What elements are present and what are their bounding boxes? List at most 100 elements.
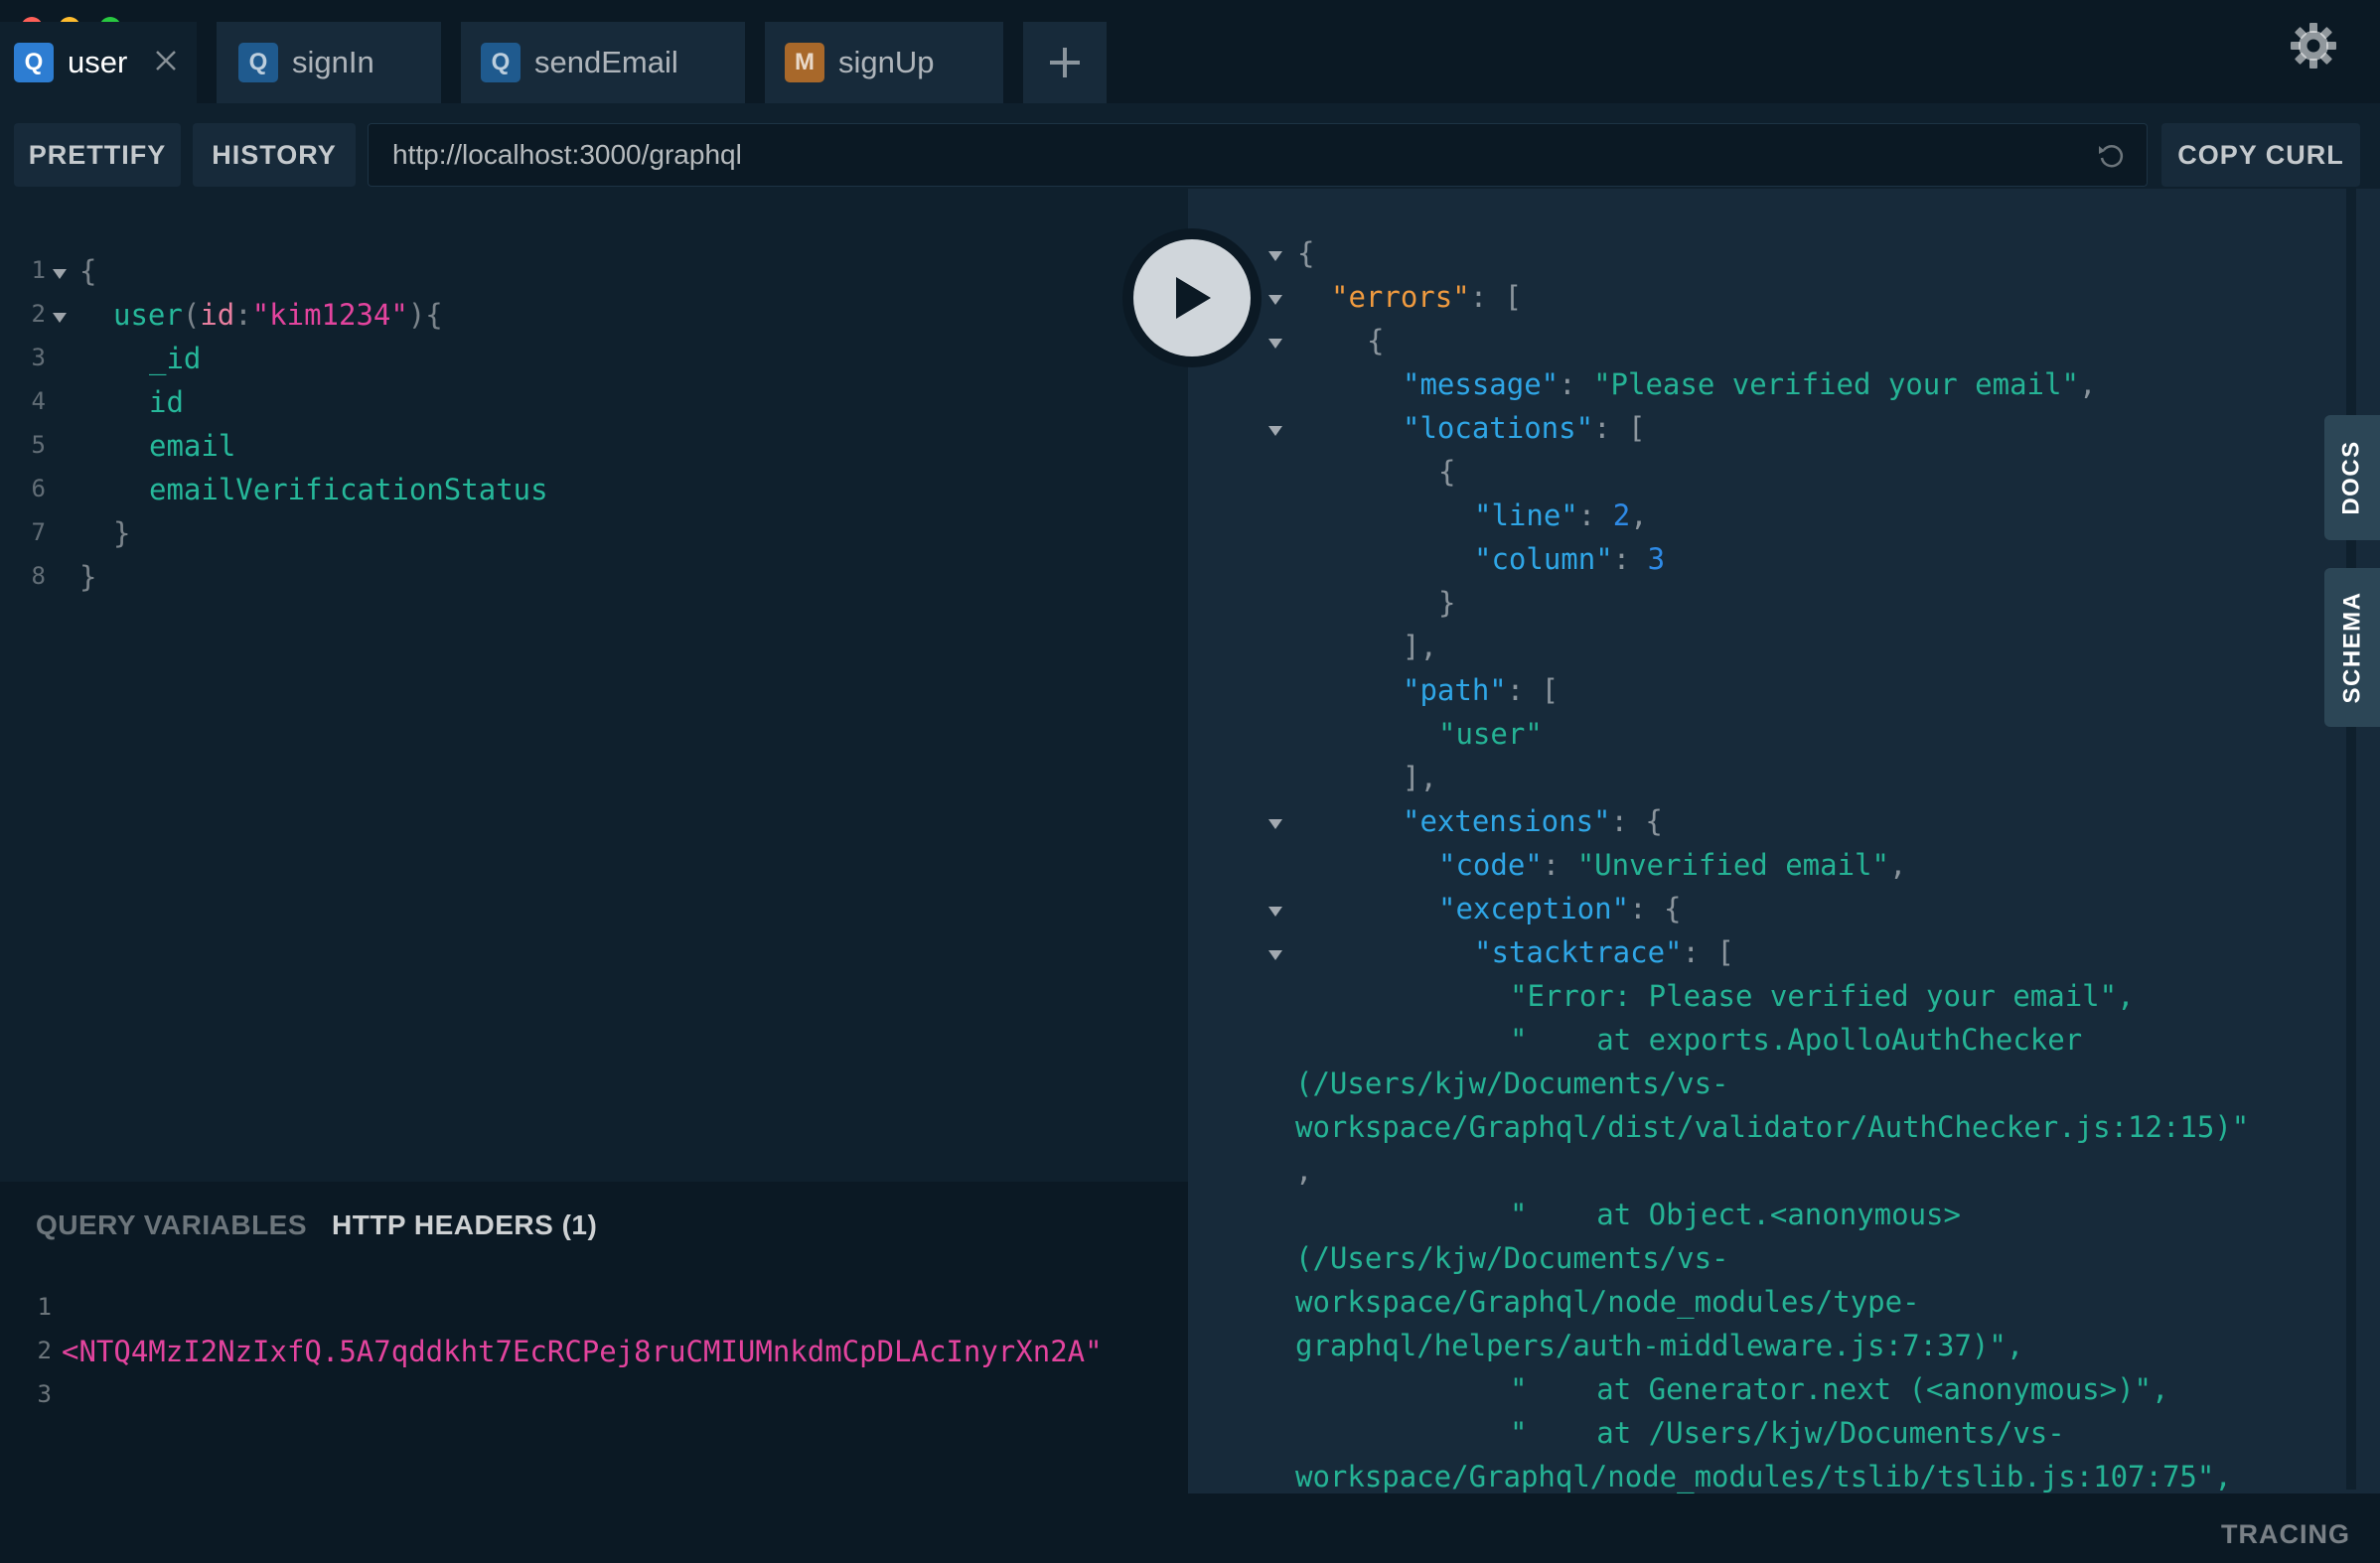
code-token: { <box>1297 236 1315 270</box>
fold-arrow-icon[interactable] <box>1267 949 1283 961</box>
line-number: 2 <box>31 300 46 328</box>
json-key: "errors" <box>1331 280 1470 314</box>
tab-user[interactable]: Q user <box>0 22 197 103</box>
fold-arrow-icon[interactable] <box>1267 818 1283 830</box>
result-line: workspace/Graphql/dist/validator/AuthChe… <box>1188 1110 2350 1154</box>
json-key: "locations" <box>1403 411 1594 445</box>
code-token: ], <box>1403 630 1437 663</box>
editor-line: 4 id <box>0 385 1188 429</box>
schema-tab-label: SCHEMA <box>2338 591 2366 704</box>
tab-query-variables[interactable]: QUERY VARIABLES <box>36 1209 307 1241</box>
json-key: "exception" <box>1438 892 1630 925</box>
tab-label: sendEmail <box>534 45 678 79</box>
copy-curl-button[interactable]: COPY CURL <box>2161 123 2360 187</box>
json-string: workspace/Graphql/node_modules/type- <box>1295 1285 1920 1319</box>
docs-tab-label: DOCS <box>2338 440 2365 515</box>
result-line: "stacktrace": [ <box>1188 935 2350 979</box>
result-scrollbar[interactable] <box>2346 189 2356 1490</box>
code-token: , <box>1295 1154 1313 1188</box>
argument-name: id <box>200 298 235 332</box>
tab-label: user <box>68 45 128 79</box>
code-token: ( <box>182 298 201 332</box>
json-key: "path" <box>1403 673 1507 707</box>
json-string: "user" <box>1438 717 1543 751</box>
selection-field: id <box>149 385 184 419</box>
code-token: : [ <box>1506 673 1560 707</box>
json-string: " at /Users/kjw/Documents/vs- <box>1510 1416 2065 1450</box>
line-number: 5 <box>31 431 46 459</box>
argument-value: "kim1234" <box>251 298 408 332</box>
json-string: (/Users/kjw/Documents/vs- <box>1295 1066 1729 1100</box>
query-editor[interactable]: 1 { 2 user(id:"kim1234"){ 3 _id 4 id 5 e… <box>0 209 1188 1182</box>
editor-line: 7 } <box>0 516 1188 560</box>
tab-sendemail[interactable]: Q sendEmail <box>461 22 745 103</box>
schema-tab[interactable]: SCHEMA <box>2324 568 2380 727</box>
fold-arrow-icon[interactable] <box>1267 425 1283 437</box>
variables-pane: QUERY VARIABLES HTTP HEADERS (1) 1 2 <NT… <box>0 1182 1188 1509</box>
json-string: " at exports.ApolloAuthChecker <box>1510 1023 2083 1057</box>
add-tab-button[interactable] <box>1023 22 1107 103</box>
result-line: graphql/helpers/auth-middleware.js:7:37)… <box>1188 1329 2350 1372</box>
tab-label: signUp <box>838 45 935 79</box>
fold-arrow-icon[interactable] <box>1267 250 1283 262</box>
result-line: "extensions": { <box>1188 804 2350 848</box>
reload-icon[interactable] <box>2095 140 2127 172</box>
endpoint-url-input[interactable]: http://localhost:3000/graphql <box>368 123 2148 187</box>
result-line: { <box>1188 324 2350 367</box>
fold-arrow-icon[interactable] <box>1267 294 1283 306</box>
tab-signin[interactable]: Q signIn <box>217 22 441 103</box>
tracing-button[interactable]: TRACING <box>2221 1519 2350 1550</box>
result-line: "message": "Please verified your email", <box>1403 367 2097 401</box>
line-number: 6 <box>31 475 46 502</box>
tab-signup[interactable]: M signUp <box>765 22 1003 103</box>
result-line: { <box>1188 236 2350 280</box>
json-key: "line" <box>1474 498 1578 532</box>
editor-line: 2 user(id:"kim1234"){ <box>0 298 1188 342</box>
close-icon[interactable] <box>153 48 179 73</box>
plus-icon <box>1050 48 1080 77</box>
fold-arrow-icon[interactable] <box>1267 338 1283 350</box>
docs-tab[interactable]: DOCS <box>2324 415 2380 540</box>
line-number: 4 <box>31 387 46 415</box>
gear-icon[interactable] <box>2290 22 2337 70</box>
execute-query-button[interactable] <box>1122 228 1262 367</box>
result-line: "exception": { <box>1188 892 2350 935</box>
json-string: " at Generator.next (<anonymous>)", <box>1510 1372 2169 1406</box>
code-token: : <box>234 298 252 332</box>
mutation-badge: M <box>785 43 824 82</box>
code-token: { <box>1438 455 1456 489</box>
json-string: "Please verified your email" <box>1593 367 2079 401</box>
json-key: "stacktrace" <box>1474 935 1683 969</box>
query-badge: Q <box>238 43 278 82</box>
history-button[interactable]: HISTORY <box>193 123 356 187</box>
selection-field: _id <box>149 342 202 375</box>
result-line: "user" <box>1188 717 2350 761</box>
result-line: ], <box>1188 630 2350 673</box>
selection-field: email <box>149 429 236 463</box>
line-number: 1 <box>37 1293 52 1321</box>
fold-arrow-icon[interactable] <box>52 268 68 280</box>
result-line: workspace/Graphql/node_modules/type- <box>1188 1285 2350 1329</box>
selection-field: emailVerificationStatus <box>149 473 548 506</box>
tab-label: signIn <box>292 45 374 79</box>
header-value: <NTQ4MzI2NzIxfQ.5A7qddkht7EcRCPej8ruCMIU… <box>62 1335 1103 1368</box>
editor-line: 1 <box>0 1291 1188 1335</box>
code-token: { <box>1367 324 1385 357</box>
line-number: 2 <box>37 1337 52 1364</box>
json-number: 2 <box>1612 498 1631 532</box>
code-token: : { <box>1610 804 1663 838</box>
result-line: " at exports.ApolloAuthChecker <box>1188 1023 2350 1066</box>
fold-arrow-icon[interactable] <box>52 312 68 324</box>
json-number: 3 <box>1647 542 1666 576</box>
result-line: (/Users/kjw/Documents/vs- <box>1188 1241 2350 1285</box>
fold-arrow-icon[interactable] <box>1267 906 1283 918</box>
code-token: : { <box>1629 892 1682 925</box>
tab-http-headers[interactable]: HTTP HEADERS (1) <box>332 1209 597 1241</box>
prettify-button[interactable]: PRETTIFY <box>14 123 181 187</box>
line-number: 3 <box>37 1380 52 1408</box>
json-string: " at Object.<anonymous> <box>1510 1198 1961 1231</box>
editor-line: 2 <NTQ4MzI2NzIxfQ.5A7qddkht7EcRCPej8ruCM… <box>0 1335 1188 1378</box>
json-key: "code" <box>1438 848 1543 882</box>
bottom-bar: TRACING <box>0 1493 2380 1563</box>
json-string: (/Users/kjw/Documents/vs- <box>1295 1241 1729 1275</box>
